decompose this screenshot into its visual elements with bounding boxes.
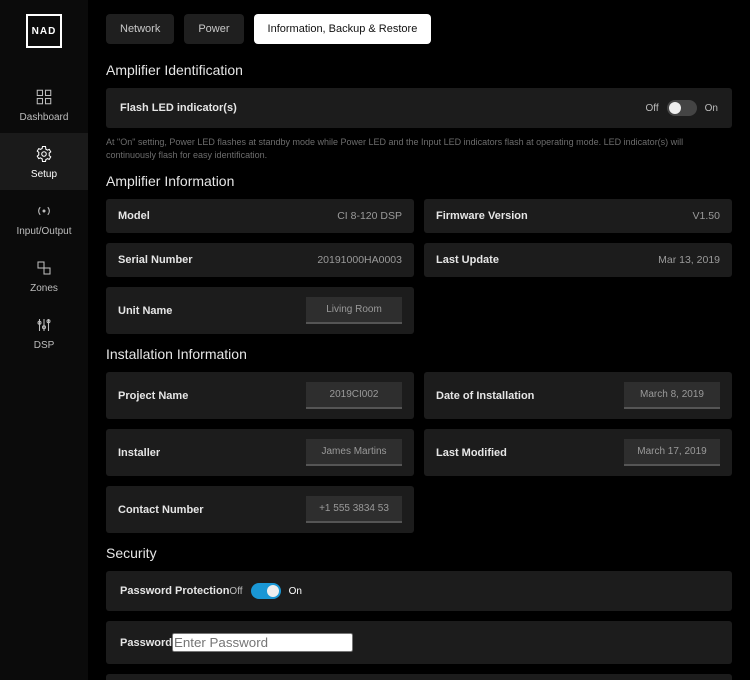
section-title-amp-id: Amplifier Identification [106,62,732,78]
tab-info-backup-restore[interactable]: Information, Backup & Restore [254,14,432,44]
unitname-input[interactable] [306,297,402,324]
contact-label: Contact Number [118,504,204,516]
update-cell: Last Update Mar 13, 2019 [424,243,732,277]
empty-cell [424,287,732,334]
project-input[interactable] [306,382,402,409]
nav-label: Setup [31,169,57,180]
installer-label: Installer [118,447,160,459]
nav-item-zones[interactable]: Zones [0,247,88,304]
update-value: Mar 13, 2019 [658,254,720,266]
password-row: Password [106,621,732,664]
serial-cell: Serial Number 20191000HA0003 [106,243,414,277]
serial-label: Serial Number [118,254,193,266]
flash-led-toggle[interactable] [667,100,697,116]
password-protection-label: Password Protection [120,585,229,597]
password-label: Password [120,637,172,649]
main-content: Network Power Information, Backup & Rest… [88,0,750,680]
flash-led-toggle-wrap: Off On [646,100,719,116]
sidebar: NAD Dashboard Setup Input/Output [0,0,88,680]
toggle-off-label: Off [229,586,242,597]
installer-input[interactable] [306,439,402,466]
section-title-install: Installation Information [106,346,732,362]
nav-item-setup[interactable]: Setup [0,133,88,190]
install-date-label: Date of Installation [436,390,534,402]
nav: Dashboard Setup Input/Output Zones [0,76,88,361]
fw-label: Firmware Version [436,210,528,222]
brand-logo: NAD [26,14,62,48]
install-date-input[interactable] [624,382,720,409]
project-label: Project Name [118,390,188,402]
sliders-icon [35,316,53,334]
section-title-amp-info: Amplifier Information [106,173,732,189]
contact-input[interactable] [306,496,402,523]
password-protection-row: Password Protection Off On [106,571,732,611]
nav-label: Dashboard [20,112,69,123]
nav-label: DSP [34,340,55,351]
unitname-label: Unit Name [118,305,172,317]
fw-cell: Firmware Version V1.50 [424,199,732,233]
password-toggle-wrap: Off On [229,583,302,599]
modified-cell: Last Modified [424,429,732,476]
nav-label: Input/Output [16,226,71,237]
model-cell: Model CI 8-120 DSP [106,199,414,233]
installer-cell: Installer [106,429,414,476]
nav-label: Zones [30,283,58,294]
nav-item-dashboard[interactable]: Dashboard [0,76,88,133]
tab-power[interactable]: Power [184,14,243,44]
section-title-security: Security [106,545,732,561]
unitname-cell: Unit Name [106,287,414,334]
gear-icon [35,145,53,163]
zones-icon [35,259,53,277]
repeat-password-row: Repeat Password [106,674,732,680]
contact-cell: Contact Number [106,486,414,533]
update-label: Last Update [436,254,499,266]
empty-cell [424,486,732,533]
flash-led-label: Flash LED indicator(s) [120,102,237,114]
toggle-on-label: On [705,103,718,114]
flash-led-row: Flash LED indicator(s) Off On [106,88,732,128]
model-label: Model [118,210,150,222]
install-grid: Project Name Date of Installation Instal… [106,372,732,533]
serial-value: 20191000HA0003 [317,254,402,266]
flash-led-hint: At "On" setting, Power LED flashes at st… [106,136,732,161]
modified-label: Last Modified [436,447,507,459]
toggle-off-label: Off [646,103,659,114]
password-input[interactable] [172,633,353,652]
nav-item-dsp[interactable]: DSP [0,304,88,361]
tabs: Network Power Information, Backup & Rest… [106,14,732,44]
nav-item-io[interactable]: Input/Output [0,190,88,247]
password-protection-toggle[interactable] [251,583,281,599]
project-cell: Project Name [106,372,414,419]
fw-value: V1.50 [693,210,720,222]
dashboard-icon [35,88,53,106]
tab-network[interactable]: Network [106,14,174,44]
install-date-cell: Date of Installation [424,372,732,419]
toggle-on-label: On [289,586,302,597]
amp-info-grid: Model CI 8-120 DSP Firmware Version V1.5… [106,199,732,334]
model-value: CI 8-120 DSP [337,210,402,222]
modified-input[interactable] [624,439,720,466]
broadcast-icon [35,202,53,220]
